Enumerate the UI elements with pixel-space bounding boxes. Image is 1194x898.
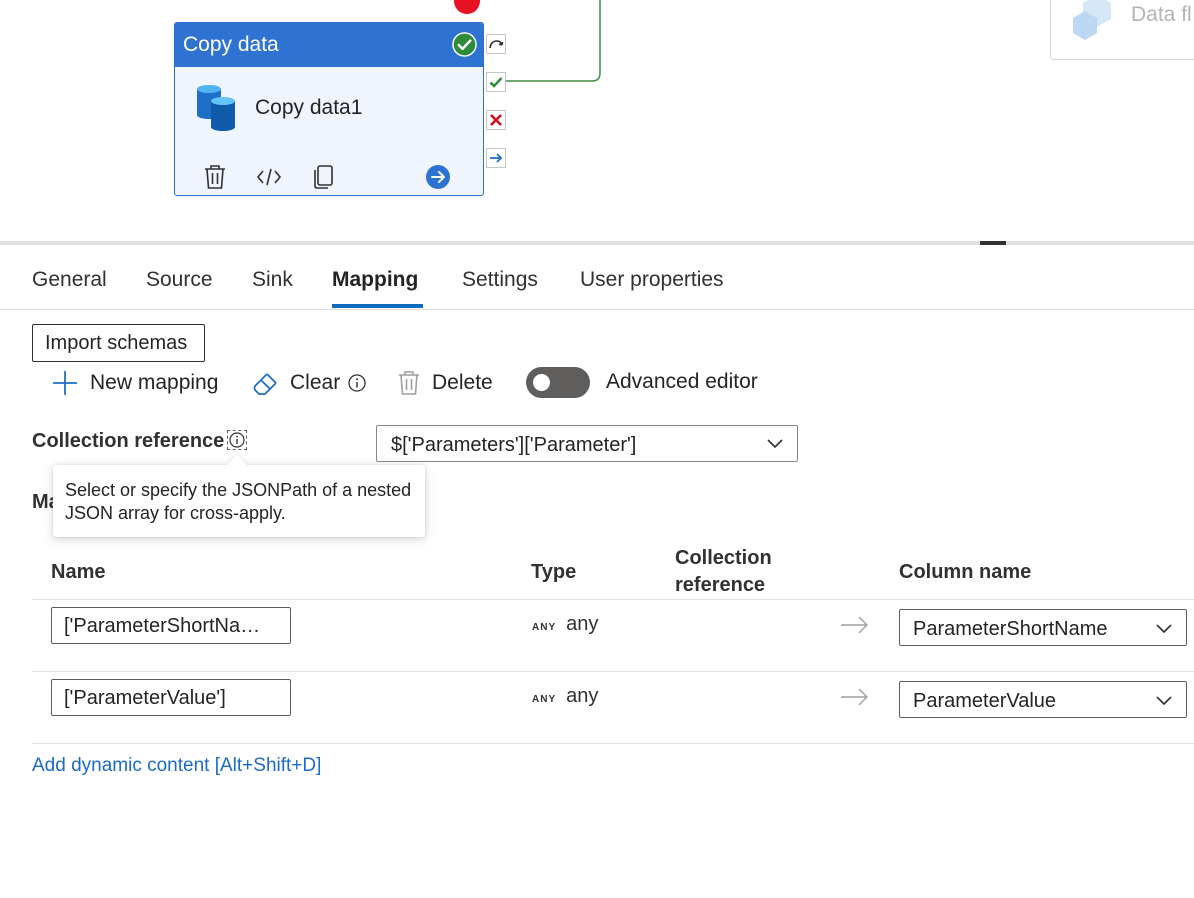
sink-column-value: ParameterValue xyxy=(913,690,1057,712)
view-code-button[interactable] xyxy=(255,163,283,191)
type-value: any xyxy=(566,613,599,635)
add-output-button[interactable] xyxy=(424,163,452,191)
arrow-right-icon xyxy=(490,153,503,163)
new-mapping-button[interactable]: New mapping xyxy=(52,366,218,400)
collection-reference-dropdown[interactable]: $['Parameters']['Parameter'] xyxy=(376,425,798,462)
trash-icon xyxy=(205,165,225,189)
type-badge: ANY xyxy=(532,694,557,705)
arrow-right-circle-icon xyxy=(426,165,450,189)
column-header-column-name: Column name xyxy=(899,561,1032,583)
collection-reference-header-line1: Collection xyxy=(675,547,772,569)
type-cell: ANY any xyxy=(532,685,598,708)
chevron-down-icon xyxy=(1156,624,1172,634)
row-divider xyxy=(32,671,1194,672)
add-dynamic-content-link[interactable]: Add dynamic content [Alt+Shift+D] xyxy=(32,755,321,777)
properties-tabs: General Source Sink Mapping Settings Use… xyxy=(0,246,1194,310)
tab-general[interactable]: General xyxy=(32,268,107,292)
dataflow-icon xyxy=(1073,0,1111,40)
sink-column-dropdown[interactable]: ParameterValue xyxy=(899,681,1187,718)
check-icon xyxy=(489,77,503,88)
column-header-name: Name xyxy=(51,561,106,583)
collection-reference-tooltip: Select or specify the JSONPath of a nest… xyxy=(53,465,425,537)
column-header-collection-reference: Collection reference xyxy=(675,545,772,599)
trash-icon xyxy=(399,371,419,395)
column-header-type: Type xyxy=(531,561,577,583)
row-divider xyxy=(32,599,1194,600)
type-cell: ANY any xyxy=(532,613,598,636)
collection-reference-label: Collection reference xyxy=(32,430,225,452)
sink-column-dropdown[interactable]: ParameterShortName xyxy=(899,609,1187,646)
delete-label: Delete xyxy=(432,371,493,394)
tab-source[interactable]: Source xyxy=(146,268,213,292)
info-icon xyxy=(229,432,245,448)
panel-splitter[interactable] xyxy=(0,241,1194,245)
copy-icon xyxy=(314,165,333,189)
collection-reference-value: $['Parameters']['Parameter'] xyxy=(391,434,637,456)
sink-column-value: ParameterShortName xyxy=(913,618,1108,640)
copy-data-activity[interactable]: Copy data Copy data1 xyxy=(174,22,484,196)
tab-mapping[interactable]: Mapping xyxy=(332,268,418,292)
activity-header: Copy data xyxy=(175,23,483,67)
arrow-right-icon xyxy=(841,616,868,634)
type-value: any xyxy=(566,685,599,707)
info-icon[interactable] xyxy=(348,374,366,392)
dataflow-activity[interactable]: Data fl xyxy=(1050,0,1194,60)
tab-user-properties[interactable]: User properties xyxy=(580,268,724,292)
type-badge: ANY xyxy=(532,622,557,633)
code-icon xyxy=(256,168,282,186)
collection-reference-header-line2: reference xyxy=(675,574,766,596)
plus-icon xyxy=(53,371,77,395)
new-mapping-label: New mapping xyxy=(90,371,219,394)
tooltip-text: Select or specify the JSONPath of a nest… xyxy=(65,480,412,523)
pipeline-canvas[interactable]: Copy data Copy data1 Data fl xyxy=(0,0,1194,242)
clear-label: Clear xyxy=(290,371,341,394)
advanced-editor-toggle[interactable] xyxy=(526,367,590,398)
activity-type-label: Copy data xyxy=(183,33,279,56)
activity-name: Copy data1 xyxy=(255,96,363,119)
import-schemas-button[interactable]: Import schemas xyxy=(32,324,205,362)
chevron-down-icon xyxy=(767,439,783,449)
eraser-icon xyxy=(253,373,277,395)
row-divider xyxy=(32,743,1194,744)
active-tab-indicator xyxy=(332,304,423,308)
source-name-input[interactable]: ['ParameterValue'] xyxy=(51,679,291,716)
arrow-right-icon xyxy=(841,688,868,706)
failure-port[interactable] xyxy=(486,110,506,130)
delete-mapping-button[interactable]: Delete xyxy=(398,366,493,400)
database-copy-icon xyxy=(197,85,235,131)
chevron-down-icon xyxy=(1156,696,1172,706)
advanced-editor-label: Advanced editor xyxy=(606,370,758,393)
tab-settings[interactable]: Settings xyxy=(462,268,538,292)
success-check-icon xyxy=(452,32,477,57)
splitter-handle[interactable] xyxy=(980,241,1006,245)
delete-activity-button[interactable] xyxy=(201,163,229,191)
skip-port[interactable] xyxy=(486,34,506,54)
toggle-knob xyxy=(533,374,550,391)
x-icon xyxy=(490,114,502,126)
collection-reference-info-icon[interactable] xyxy=(227,430,247,450)
clear-button[interactable]: Clear xyxy=(252,366,366,400)
source-name-input[interactable]: ['ParameterShortNa… xyxy=(51,607,291,644)
completion-port[interactable] xyxy=(486,148,506,168)
dataflow-label: Data fl xyxy=(1131,3,1192,26)
tab-sink[interactable]: Sink xyxy=(252,268,293,292)
success-port[interactable] xyxy=(486,72,506,92)
clone-activity-button[interactable] xyxy=(309,163,337,191)
skip-arrow-icon xyxy=(489,40,504,49)
